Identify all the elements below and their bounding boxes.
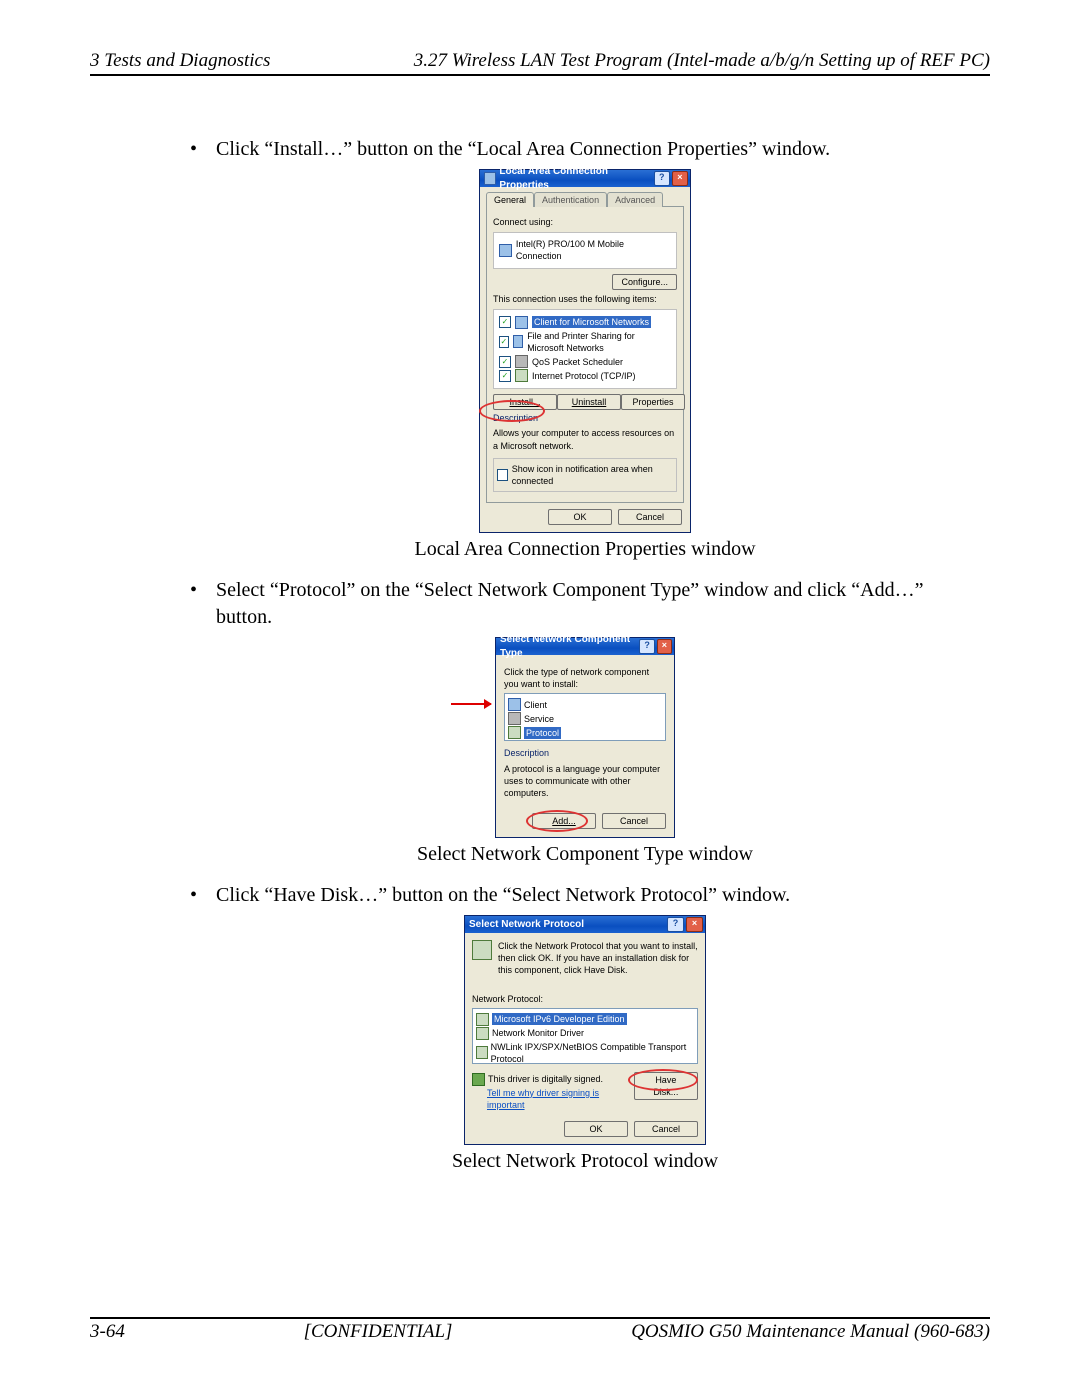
items-list[interactable]: ✓ Client for Microsoft Networks ✓ File and… (493, 309, 677, 389)
bullet-text: Select “Protocol” on the “Select Network… (216, 577, 980, 631)
bullet-text: Click “Install…” button on the “Local Ar… (216, 136, 830, 163)
configure-button[interactable]: Configure... (612, 274, 677, 290)
header-left: 3 Tests and Diagnostics (90, 50, 270, 72)
dialog-lan-properties: Local Area Connection Properties ? × Gen… (479, 169, 691, 533)
item-service[interactable]: Service (524, 713, 554, 725)
item-tcpip[interactable]: Internet Protocol (TCP/IP) (532, 370, 636, 382)
item-fileshare[interactable]: File and Printer Sharing for Microsoft N… (527, 330, 671, 354)
help-button[interactable]: ? (667, 917, 684, 932)
caption-step1: Local Area Connection Properties window (190, 536, 980, 563)
titlebar: Local Area Connection Properties ? × (480, 170, 690, 187)
client-icon (508, 698, 521, 711)
item-ipv6[interactable]: Microsoft IPv6 Developer Edition (492, 1013, 627, 1025)
item-protocol[interactable]: Protocol (524, 727, 561, 739)
bullet-step1: • Click “Install…” button on the “Local … (190, 136, 980, 163)
desc-text: A protocol is a language your computer u… (504, 763, 666, 799)
signed-icon (472, 1073, 485, 1086)
prompt-text: Click the Network Protocol that you want… (498, 940, 698, 976)
footer-left: 3-64 (90, 1321, 125, 1343)
have-disk-button[interactable]: Have Disk... (634, 1072, 698, 1100)
item-qos[interactable]: QoS Packet Scheduler (532, 356, 623, 368)
close-button[interactable]: × (672, 171, 688, 186)
footer-right: QOSMIO G50 Maintenance Manual (960-683) (631, 1321, 990, 1343)
desc-heading: Description (493, 412, 677, 424)
protocol-list[interactable]: Microsoft IPv6 Developer Edition Network… (472, 1008, 698, 1064)
page-body: • Click “Install…” button on the “Local … (90, 76, 990, 1175)
tab-general[interactable]: General (486, 192, 534, 207)
header-right: 3.27 Wireless LAN Test Program (Intel-ma… (414, 50, 990, 72)
footer-center: [CONFIDENTIAL] (304, 1321, 453, 1343)
cancel-button[interactable]: Cancel (618, 509, 682, 525)
item-client[interactable]: Client (524, 699, 547, 711)
cancel-button[interactable]: Cancel (602, 813, 666, 829)
list-heading: Network Protocol: (472, 993, 698, 1005)
protocol-icon (472, 940, 492, 960)
connect-using-label: Connect using: (493, 216, 677, 228)
bullet-dot: • (190, 577, 216, 631)
caption-step3: Select Network Protocol window (190, 1148, 980, 1175)
page-header: 3 Tests and Diagnostics 3.27 Wireless LA… (90, 50, 990, 76)
add-button[interactable]: Add... (532, 813, 596, 829)
item-client[interactable]: Client for Microsoft Networks (532, 316, 651, 328)
why-link[interactable]: Tell me why driver signing is important (487, 1087, 634, 1111)
component-list[interactable]: Client Service Protocol (504, 693, 666, 741)
bullet-step3: • Click “Have Disk…” button on the “Sele… (190, 882, 980, 909)
service-icon (508, 712, 521, 725)
protocol-icon (476, 1027, 489, 1040)
titlebar: Select Network Protocol ? × (465, 916, 705, 933)
cancel-button[interactable]: Cancel (634, 1121, 698, 1137)
client-icon (515, 316, 528, 329)
protocol-icon (476, 1046, 488, 1059)
help-button[interactable]: ? (654, 171, 670, 186)
close-button[interactable]: × (686, 917, 703, 932)
checkbox-icon[interactable]: ✓ (499, 370, 511, 382)
checkbox-icon[interactable]: ✓ (497, 469, 508, 481)
item-monitor[interactable]: Network Monitor Driver (492, 1027, 584, 1039)
adapter-icon (499, 244, 512, 257)
title-text: Local Area Connection Properties (499, 165, 651, 192)
prompt-text: Click the type of network component you … (504, 666, 666, 690)
item-nwlink[interactable]: NWLink IPX/SPX/NetBIOS Compatible Transp… (491, 1041, 694, 1065)
protocol-icon (508, 726, 521, 739)
adapter-box: Intel(R) PRO/100 M Mobile Connection (493, 232, 677, 268)
uninstall-button[interactable]: Uninstall (557, 394, 621, 410)
tab-advanced[interactable]: Advanced (607, 192, 663, 207)
caption-step2: Select Network Component Type window (190, 841, 980, 868)
ok-button[interactable]: OK (564, 1121, 628, 1137)
network-icon (484, 172, 496, 185)
bullet-dot: • (190, 882, 216, 909)
desc-heading: Description (504, 747, 666, 759)
signed-text: This driver is digitally signed. (488, 1073, 603, 1085)
show-icon-label: Show icon in notification area when conn… (512, 463, 673, 487)
dialog-network-protocol: Select Network Protocol ? × Click the Ne… (464, 915, 706, 1145)
bullet-step2: • Select “Protocol” on the “Select Netwo… (190, 577, 980, 631)
panel-general: Connect using: Intel(R) PRO/100 M Mobile… (486, 206, 684, 503)
dialog-component-type: Select Network Component Type ? × Click … (495, 637, 675, 838)
tab-authentication[interactable]: Authentication (534, 192, 607, 207)
close-button[interactable]: × (657, 639, 672, 654)
checkbox-icon[interactable]: ✓ (499, 336, 509, 348)
bullet-text: Click “Have Disk…” button on the “Select… (216, 882, 790, 909)
titlebar: Select Network Component Type ? × (496, 638, 674, 655)
title-text: Select Network Component Type (500, 633, 637, 660)
file-share-icon (513, 335, 523, 348)
adapter-name: Intel(R) PRO/100 M Mobile Connection (516, 238, 671, 262)
protocol-icon (476, 1013, 489, 1026)
qos-icon (515, 355, 528, 368)
checkbox-icon[interactable]: ✓ (499, 356, 511, 368)
install-button[interactable]: Install... (493, 394, 557, 410)
title-text: Select Network Protocol (469, 918, 584, 932)
annotation-arrow (451, 703, 491, 705)
checkbox-icon[interactable]: ✓ (499, 316, 511, 328)
help-button[interactable]: ? (639, 639, 654, 654)
bullet-dot: • (190, 136, 216, 163)
uses-label: This connection uses the following items… (493, 293, 677, 305)
ok-button[interactable]: OK (548, 509, 612, 525)
properties-button[interactable]: Properties (621, 394, 685, 410)
desc-text: Allows your computer to access resources… (493, 427, 677, 451)
page-footer: 3-64 [CONFIDENTIAL] QOSMIO G50 Maintenan… (90, 1317, 990, 1343)
tcpip-icon (515, 369, 528, 382)
